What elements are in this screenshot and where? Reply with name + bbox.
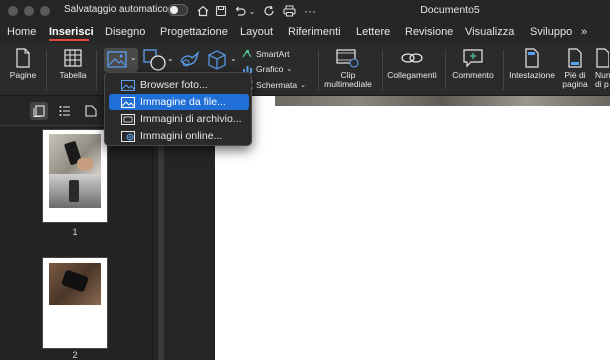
footer-button[interactable]: Piè di pagina [560, 48, 590, 89]
menu-label-picture-from-file: Immagine da file... [140, 96, 226, 108]
comment-button[interactable]: Commento [450, 48, 496, 80]
tab-references[interactable]: Riferimenti [288, 26, 341, 38]
smartart-button[interactable]: SmartArt [242, 49, 290, 59]
ribbon-separator [382, 50, 383, 90]
tab-layout[interactable]: Layout [240, 26, 273, 38]
ribbon-tabs: Home Inserisci Disegno Progettazione Lay… [0, 22, 610, 44]
ribbon-separator [503, 50, 504, 90]
page-thumbnail-2[interactable] [43, 258, 107, 348]
comment-icon [463, 49, 483, 68]
links-label: Collegamenti [387, 70, 437, 80]
media-clip-button[interactable]: Clip multimediale [322, 48, 374, 89]
header-icon [525, 48, 539, 68]
bird-icon [180, 51, 200, 67]
ribbon: Pagine Tabella ⌄ ⌄ ⌄ SmartArt Grafico ⌄ … [0, 44, 610, 96]
menu-label-stock-images: Immagini di archivio... [140, 113, 242, 125]
footer-label-2: pagina [562, 79, 588, 89]
page-number-2: 2 [72, 350, 78, 360]
3d-models-button[interactable]: ⌄ [206, 49, 238, 73]
chart-label: Grafico [256, 64, 284, 74]
ribbon-separator [445, 50, 446, 90]
thumbnail-photo-phone-back [49, 174, 101, 208]
picture-from-file-icon [121, 96, 135, 108]
ribbon-separator [318, 50, 319, 90]
pages-tab-icon[interactable] [82, 102, 100, 120]
menu-item-stock-images[interactable]: Immagini di archivio... [109, 111, 249, 127]
shapes-dropdown-icon: ⌄ [167, 54, 174, 63]
footer-icon [568, 48, 582, 68]
thumbnails-tab-icon[interactable] [30, 102, 48, 120]
stock-images-icon [121, 113, 135, 125]
photo-browser-icon [121, 79, 135, 91]
links-button[interactable]: Collegamenti [386, 48, 438, 80]
tab-mailings[interactable]: Lettere [356, 26, 390, 38]
document-title: Documento5 [420, 4, 480, 16]
page-number-1: 1 [72, 227, 78, 237]
shapes-button[interactable]: ⌄ [143, 49, 174, 73]
tab-review[interactable]: Revisione [405, 26, 453, 38]
table-icon [64, 49, 82, 67]
ribbon-separator [96, 50, 97, 90]
document-image[interactable] [275, 96, 610, 106]
film-icon [336, 49, 359, 68]
pages-label: Pagine [9, 70, 37, 80]
pages-button[interactable]: Pagine [8, 48, 38, 80]
thumbnail-photo-phone-on-wood [49, 263, 101, 305]
title-bar: Salvataggio automatico ⌄ ··· Documento5 [0, 0, 610, 22]
pictures-button[interactable]: ⌄ [104, 48, 138, 72]
screenshot-label: Schermata [256, 80, 298, 90]
tab-home[interactable]: Home [7, 26, 36, 38]
pictures-dropdown-icon: ⌄ [130, 53, 137, 62]
page-number-button[interactable]: Nun di p [595, 48, 610, 89]
chart-dropdown-icon: ⌄ [286, 66, 293, 73]
tab-developer[interactable]: Sviluppo [530, 26, 572, 38]
document-page[interactable] [215, 96, 610, 360]
page-thumbnail-1[interactable] [43, 130, 107, 222]
tab-insert[interactable]: Inserisci [49, 26, 94, 38]
thumbnail-photo-hand-phone [49, 134, 101, 174]
tab-design[interactable]: Progettazione [160, 26, 228, 38]
pages-icon [16, 48, 30, 68]
tabs-overflow-icon[interactable]: » [581, 26, 587, 38]
media-clip-label-2: multimediale [324, 79, 372, 89]
menu-label-online-pictures: Immagini online... [140, 130, 223, 142]
header-label: Intestazione [509, 70, 555, 80]
ribbon-separator [46, 50, 47, 90]
menu-item-picture-from-file[interactable]: Immagine da file... [109, 94, 249, 110]
shapes-icon [143, 49, 166, 71]
screenshot-dropdown-icon: ⌄ [300, 82, 306, 89]
page-number-icon [596, 48, 609, 68]
header-button[interactable]: Intestazione [506, 48, 558, 80]
picture-icon [107, 51, 127, 68]
3d-models-dropdown-icon: ⌄ [230, 54, 237, 63]
smartart-label: SmartArt [256, 49, 290, 59]
table-button[interactable]: Tabella [54, 48, 92, 80]
online-pictures-icon [121, 130, 135, 142]
tab-view[interactable]: Visualizza [465, 26, 514, 38]
menu-item-photo-browser[interactable]: Browser foto... [109, 77, 249, 93]
icons-button[interactable] [178, 49, 204, 73]
menu-label-photo-browser: Browser foto... [140, 79, 208, 91]
cube-icon [208, 50, 226, 70]
tab-draw[interactable]: Disegno [105, 26, 145, 38]
link-icon [401, 53, 423, 63]
active-tab-indicator [49, 39, 89, 41]
smartart-icon [242, 49, 252, 58]
comment-label: Commento [452, 70, 494, 80]
outline-tab-icon[interactable] [56, 102, 74, 120]
page-number-label-2: di p [595, 79, 609, 89]
pictures-dropdown-menu: Browser foto... Immagine da file... Imma… [104, 72, 252, 146]
menu-item-online-pictures[interactable]: Immagini online... [109, 128, 249, 144]
table-label: Tabella [59, 70, 87, 80]
